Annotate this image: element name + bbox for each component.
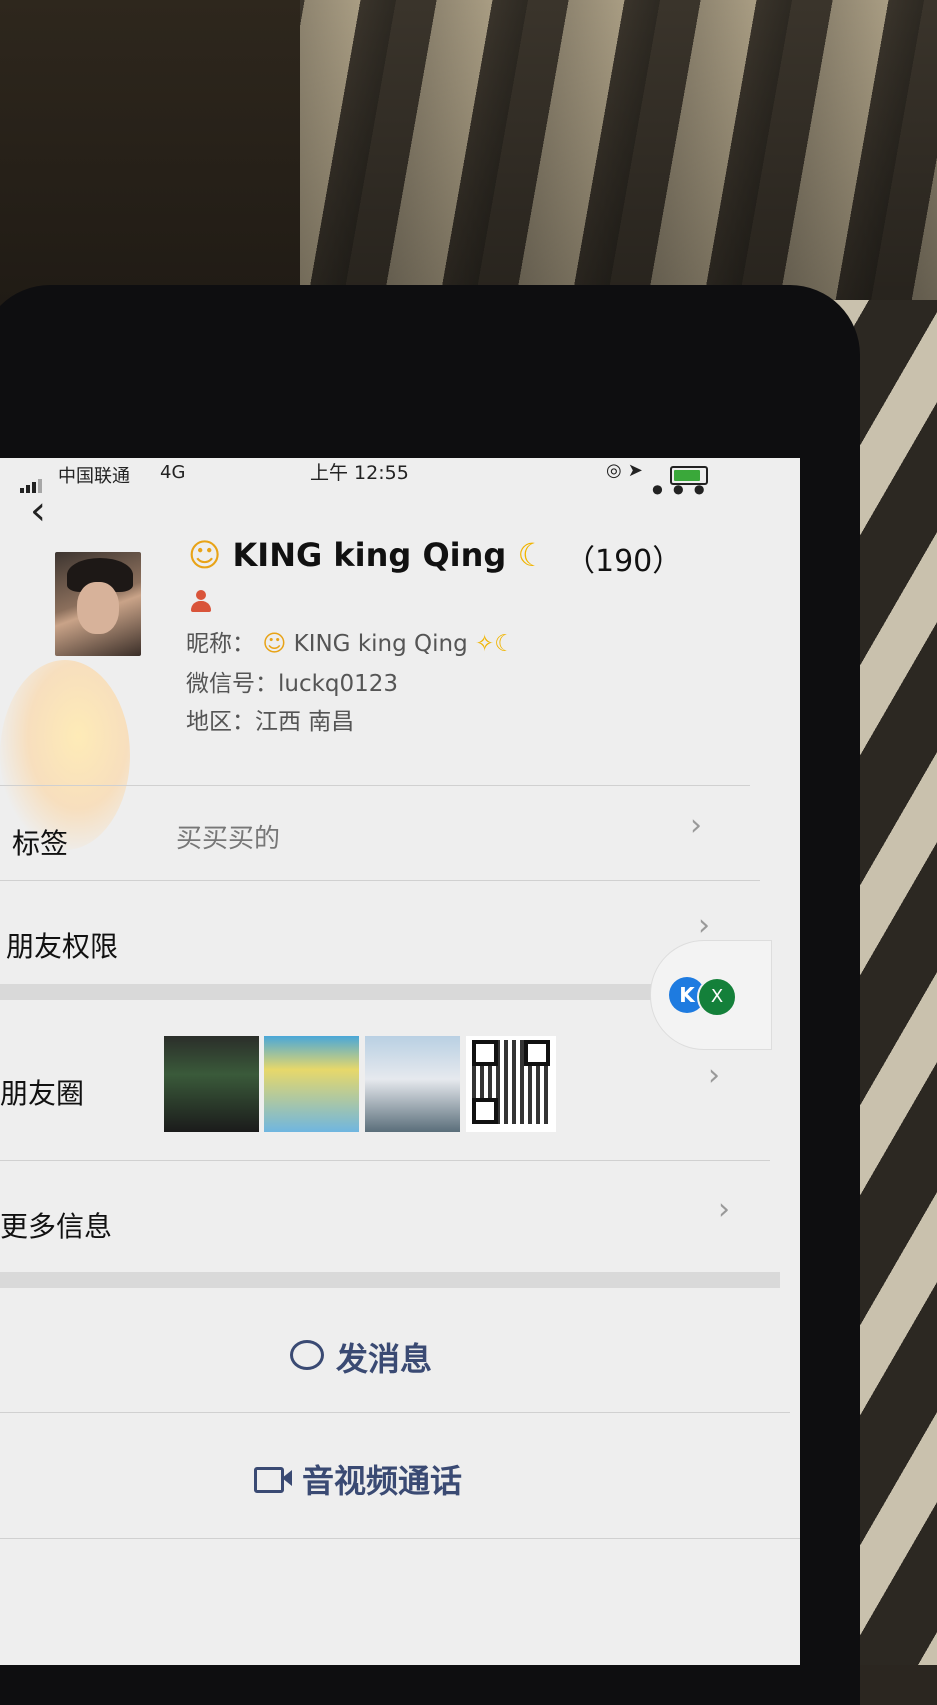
display-name: ☺ KING king Qing ☾: [188, 536, 547, 574]
avatar[interactable]: [55, 552, 141, 656]
chevron-right-icon[interactable]: ›: [718, 1192, 730, 1227]
network-label: 4G: [160, 462, 186, 483]
person-icon: [190, 590, 212, 614]
chevron-right-icon[interactable]: ›: [698, 908, 710, 943]
friend-permissions-label[interactable]: 朋友权限: [6, 925, 118, 965]
clock: 上午 12:55: [310, 462, 409, 484]
send-message-button[interactable]: 发消息: [336, 1334, 432, 1380]
divider: [0, 1412, 790, 1413]
tags-label[interactable]: 标签: [12, 822, 68, 862]
carrier-label: 中国联通: [58, 466, 130, 487]
wechat-id-line: 微信号：luckq0123: [186, 671, 399, 697]
chat-bubble-icon: [290, 1340, 324, 1370]
divider: [0, 1160, 770, 1161]
hug-emoji-icon: ☺: [262, 631, 287, 657]
divider: [0, 785, 750, 786]
av-call-button[interactable]: 音视频通话: [302, 1456, 462, 1502]
back-button[interactable]: ‹: [30, 488, 46, 534]
x-app-icon[interactable]: X: [697, 977, 737, 1017]
friend-count: （190）: [565, 544, 683, 579]
divider: [0, 880, 760, 881]
floating-app-badge[interactable]: K X: [650, 940, 772, 1050]
region-line: 地区：江西 南昌: [186, 709, 355, 735]
moments-thumbnail[interactable]: [164, 1036, 259, 1132]
location-icon: ◎➤: [606, 460, 649, 481]
moon-emoji-icon: ☾: [517, 536, 547, 574]
chevron-right-icon[interactable]: ›: [708, 1058, 720, 1093]
nickname-line: 昵称： ☺ KING king Qing ✧☾: [186, 631, 515, 657]
dizzy-emoji-icon: ✧☾: [475, 631, 515, 657]
video-camera-lens-icon: [282, 1470, 292, 1486]
hug-emoji-icon: ☺: [188, 536, 222, 574]
background-shadow: [0, 0, 300, 330]
qr-code-thumbnail[interactable]: [466, 1036, 556, 1132]
divider: [0, 1538, 800, 1539]
chevron-right-icon[interactable]: ›: [690, 808, 702, 843]
moments-label[interactable]: 朋友圈: [0, 1072, 84, 1112]
moments-thumbnail[interactable]: [264, 1036, 359, 1132]
more-info-label[interactable]: 更多信息: [0, 1205, 112, 1245]
video-camera-icon: [254, 1467, 284, 1493]
moments-thumbnail[interactable]: [365, 1036, 460, 1132]
section-gap: [0, 1272, 780, 1288]
tags-value[interactable]: 买买买的: [176, 818, 280, 855]
more-options-button[interactable]: •••: [648, 472, 711, 510]
